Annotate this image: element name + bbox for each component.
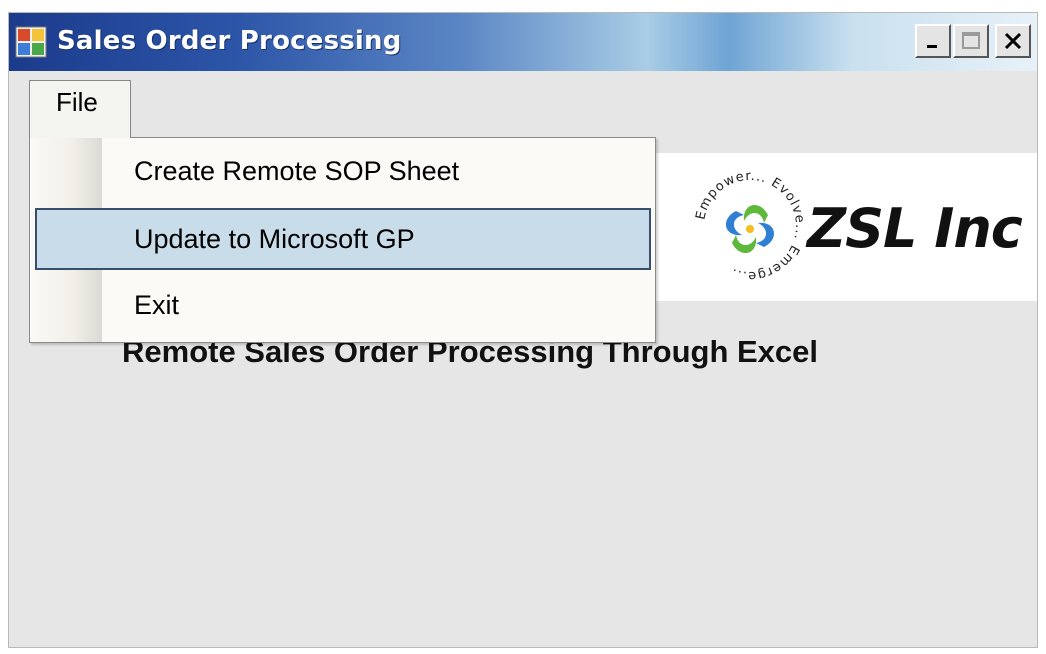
minimize-button[interactable] (915, 24, 951, 58)
maximize-button[interactable] (953, 24, 989, 58)
zsl-seal-icon: Empower... Evolve... Emerge... (693, 169, 806, 283)
menu-item-update-to-microsoft-gp[interactable]: Update to Microsoft GP (35, 208, 651, 270)
app-icon (15, 26, 47, 58)
window-title: Sales Order Processing (57, 26, 402, 56)
menu-file[interactable]: File (29, 80, 131, 138)
close-icon (1004, 32, 1022, 50)
minimize-icon (927, 45, 937, 48)
menu-item-exit[interactable]: Exit (35, 275, 651, 337)
company-logo: Empower... Evolve... Emerge... ZSL Inc (655, 153, 1037, 301)
close-button[interactable] (995, 24, 1031, 58)
menu-item-create-remote-sop-sheet[interactable]: Create Remote SOP Sheet (35, 141, 651, 203)
title-bar[interactable]: Sales Order Processing (9, 13, 1037, 71)
app-window: Sales Order Processing File Create Remot… (8, 12, 1038, 648)
maximize-icon (962, 32, 980, 49)
window-controls (915, 24, 1031, 58)
company-name: ZSL Inc (807, 197, 1023, 260)
file-dropdown-menu: Create Remote SOP Sheet Update to Micros… (29, 137, 656, 343)
menu-bar: File (9, 71, 1037, 138)
